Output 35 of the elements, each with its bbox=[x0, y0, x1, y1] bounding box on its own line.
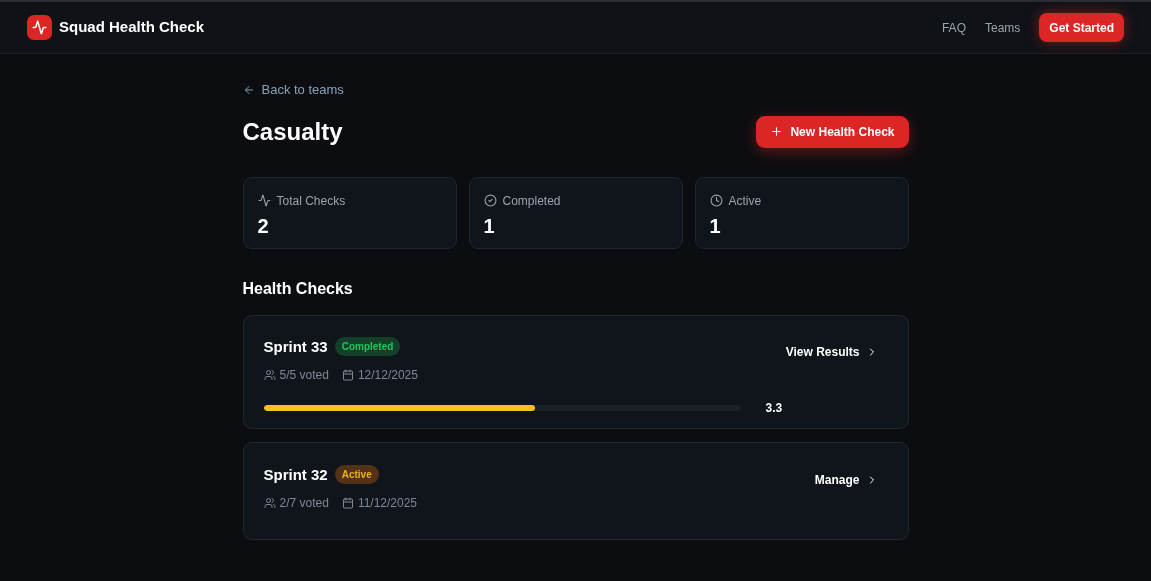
stat-icon bbox=[483, 194, 497, 207]
stat-label: Completed bbox=[502, 192, 561, 210]
status-badge: Completed bbox=[334, 337, 401, 357]
card-action-link[interactable]: Manage bbox=[814, 470, 878, 489]
check-name: Sprint 32 bbox=[263, 464, 328, 485]
brand-name: Squad Health Check bbox=[59, 17, 205, 38]
vote-count: 5/5 voted bbox=[279, 367, 329, 384]
stat-label: Active bbox=[728, 192, 762, 210]
section-title: Health Checks bbox=[242, 278, 353, 299]
nav-link[interactable]: FAQ bbox=[941, 18, 966, 37]
calendar-icon bbox=[341, 369, 354, 381]
logo-icon bbox=[27, 15, 52, 40]
status-badge: Active bbox=[334, 465, 379, 485]
check-date: 11/12/2025 bbox=[357, 495, 418, 512]
calendar-icon bbox=[341, 497, 354, 509]
get-started-button[interactable]: Get Started bbox=[1039, 13, 1124, 42]
nav-link[interactable]: Teams bbox=[984, 18, 1021, 37]
new-health-check-button[interactable]: New Health Check bbox=[756, 115, 909, 148]
plus-icon bbox=[770, 125, 784, 138]
page-title: Casualty bbox=[242, 116, 343, 147]
check-date: 12/12/2025 bbox=[357, 367, 418, 384]
stat-value: 2 bbox=[257, 213, 269, 239]
stat-icon bbox=[709, 194, 723, 207]
users-icon bbox=[263, 369, 276, 381]
check-name: Sprint 33 bbox=[263, 336, 328, 357]
users-icon bbox=[263, 497, 276, 509]
card-action-link[interactable]: View Results bbox=[785, 342, 878, 361]
score-value: 3.3 bbox=[765, 400, 783, 417]
stat-value: 1 bbox=[709, 213, 721, 239]
stat-label: Total Checks bbox=[276, 192, 346, 210]
back-link[interactable]: Back to teams bbox=[242, 80, 344, 100]
stat-value: 1 bbox=[483, 213, 495, 239]
arrow-left-icon bbox=[242, 83, 255, 96]
vote-count: 2/7 voted bbox=[279, 495, 329, 512]
stat-icon bbox=[257, 194, 271, 207]
